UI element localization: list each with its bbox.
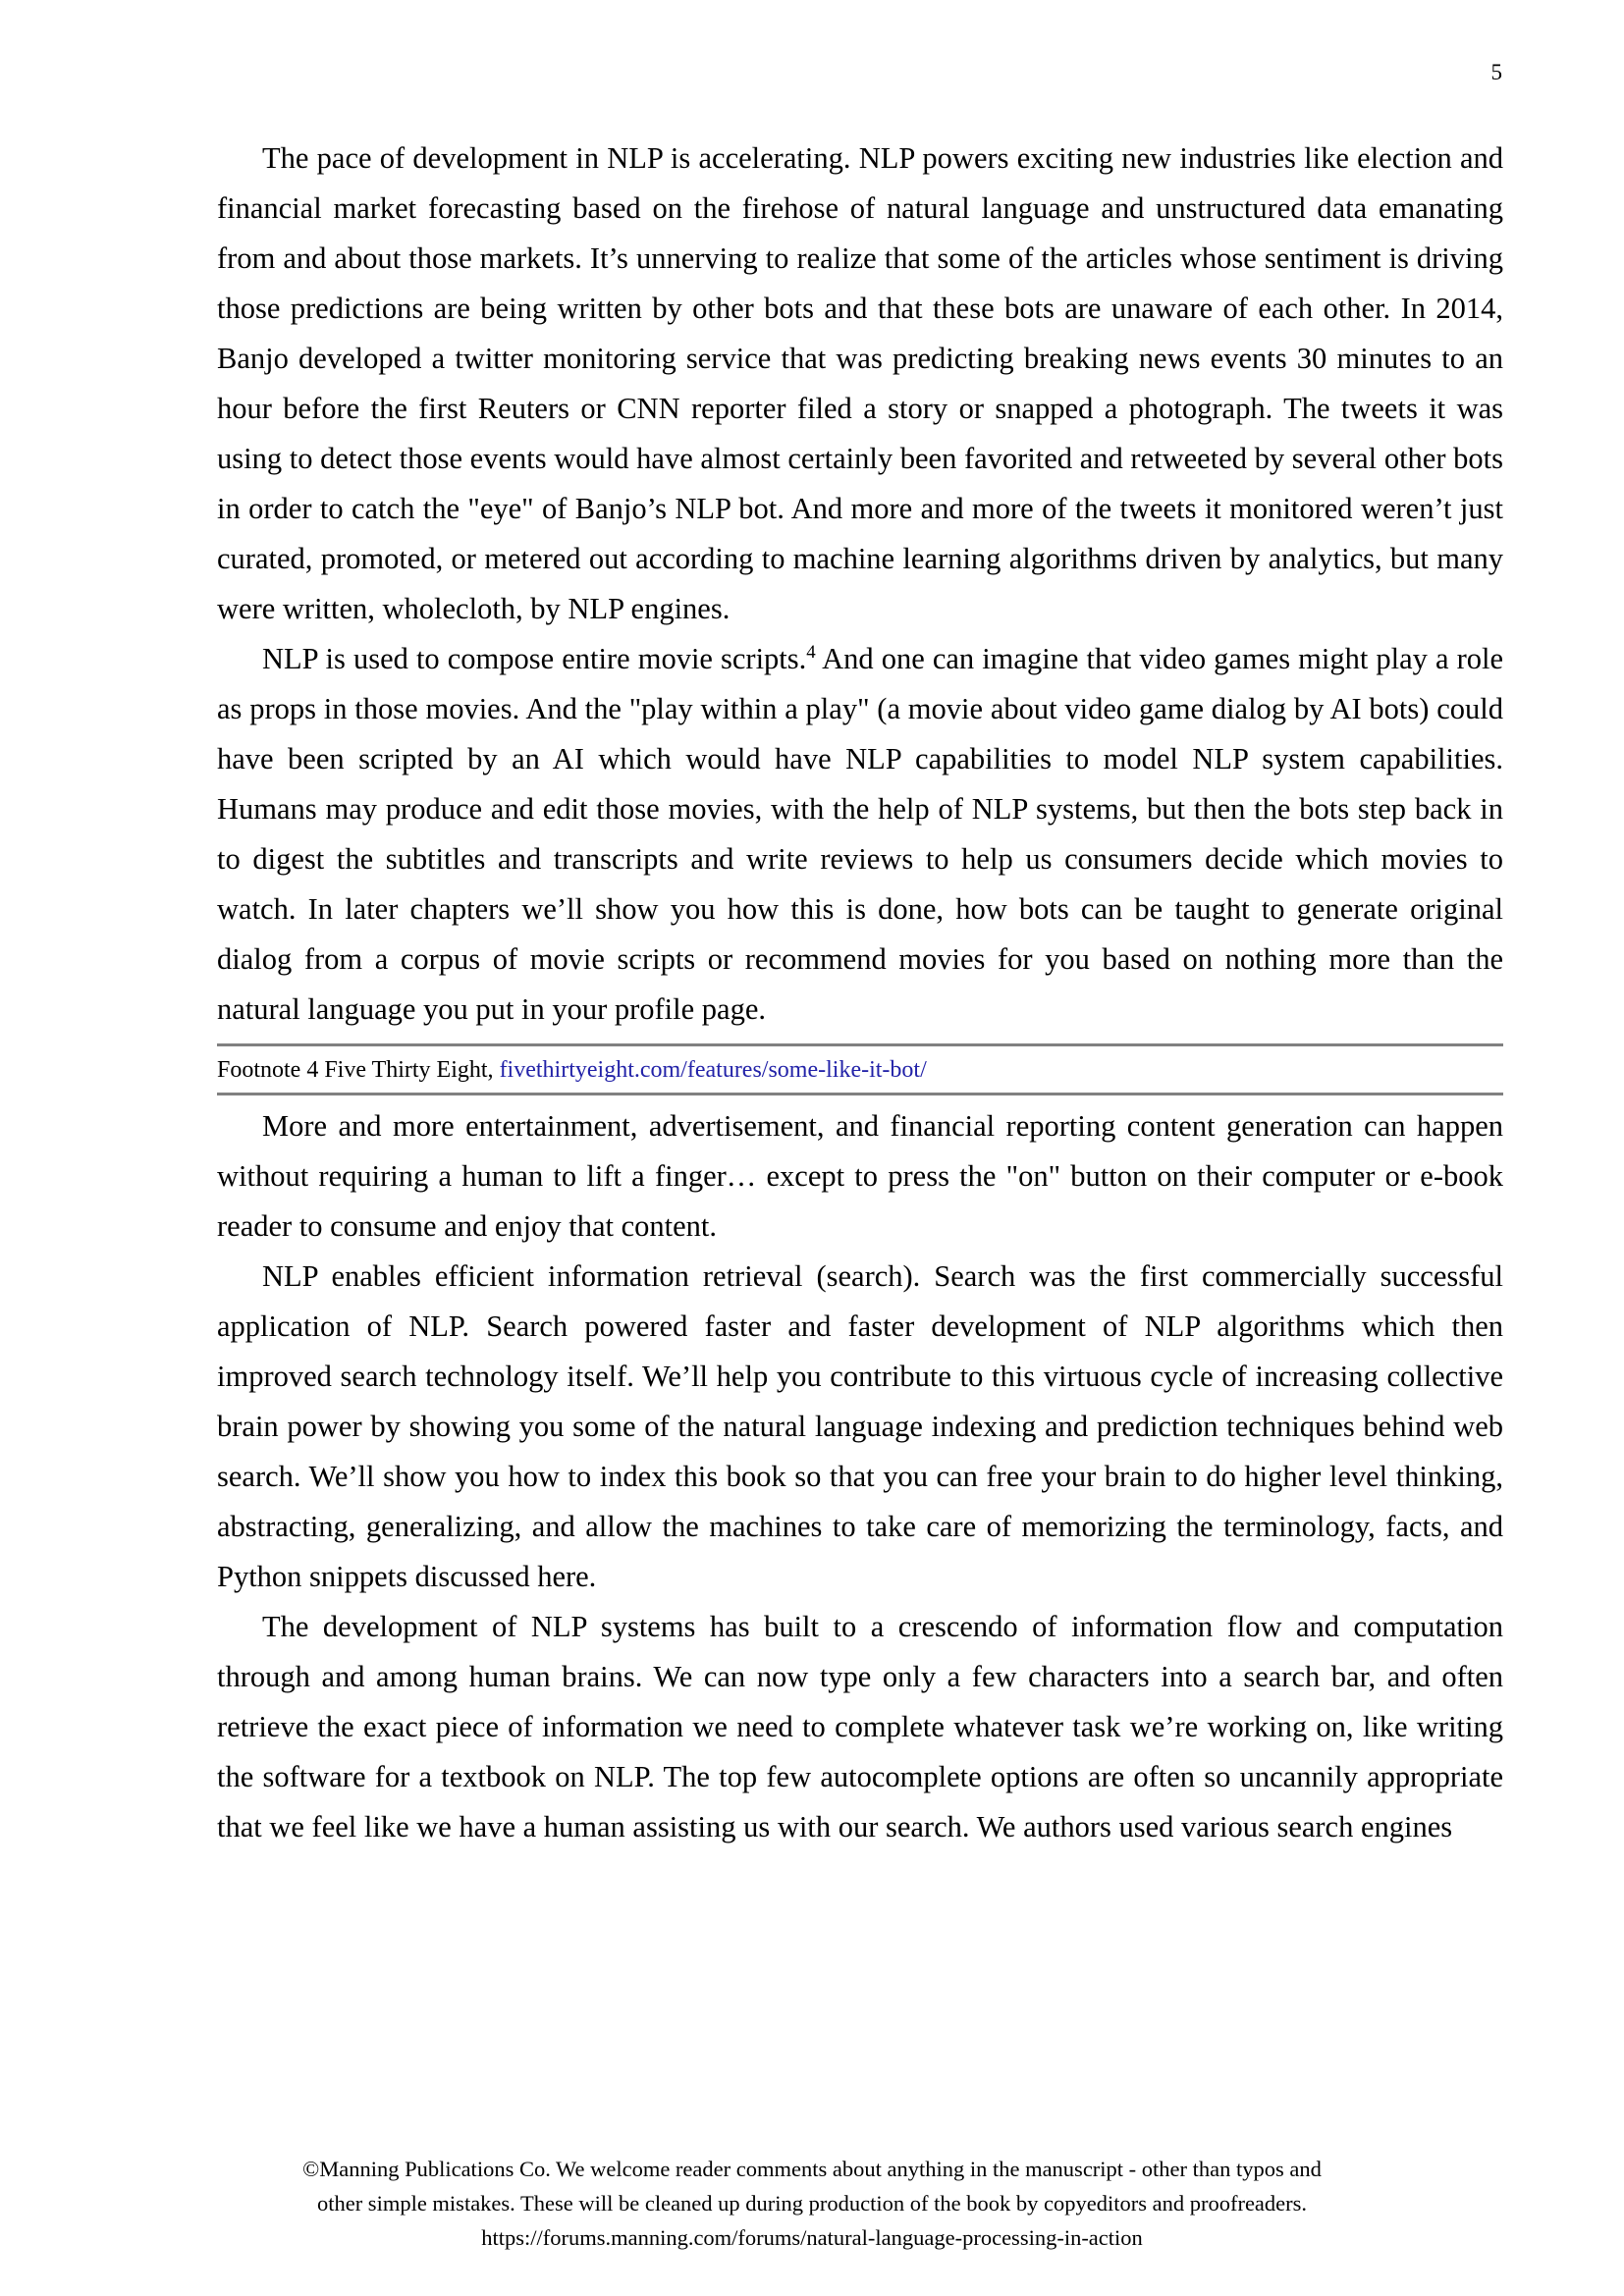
footnote-entry: Footnote 4 Five Thirty Eight, fivethirty… <box>217 1046 1503 1093</box>
page-footer: ©Manning Publications Co. We welcome rea… <box>0 2152 1624 2255</box>
paragraph-nlp-pace: The pace of development in NLP is accele… <box>217 133 1503 634</box>
paragraph-text: More and more entertainment, advertiseme… <box>217 1109 1503 1243</box>
paragraph-text: The development of NLP systems has built… <box>217 1610 1503 1843</box>
footnote-label: Footnote 4 Five Thirty Eight, <box>217 1057 500 1083</box>
paragraph-crescendo: The development of NLP systems has built… <box>217 1602 1503 1852</box>
footnote-rule-bottom <box>217 1093 1503 1095</box>
footer-line-forum-url: https://forums.manning.com/forums/natura… <box>481 2225 1143 2250</box>
footnote-block: Footnote 4 Five Thirty Eight, fivethirty… <box>217 1043 1503 1095</box>
manuscript-page: 5 The pace of development in NLP is acce… <box>0 0 1624 2296</box>
paragraph-entertainment: More and more entertainment, advertiseme… <box>217 1101 1503 1252</box>
paragraph-information-retrieval: NLP enables efficient information retrie… <box>217 1252 1503 1602</box>
page-number: 5 <box>1490 60 1503 84</box>
paragraph-text: The pace of development in NLP is accele… <box>217 141 1503 625</box>
paragraph-text-continued: And one can imagine that video games mig… <box>217 642 1503 1026</box>
footnote-link[interactable]: fivethirtyeight.com/features/some-like-i… <box>500 1057 927 1083</box>
text-column: The pace of development in NLP is accele… <box>217 133 1503 1852</box>
paragraph-movie-scripts: NLP is used to compose entire movie scri… <box>217 634 1503 1035</box>
footer-line-copyright: ©Manning Publications Co. We welcome rea… <box>302 2157 1322 2181</box>
paragraph-text: NLP enables efficient information retrie… <box>217 1259 1503 1593</box>
footnote-reference-marker[interactable]: 4 <box>806 642 815 663</box>
paragraph-text: NLP is used to compose entire movie scri… <box>262 642 807 675</box>
footer-line-notice: other simple mistakes. These will be cle… <box>316 2191 1308 2216</box>
